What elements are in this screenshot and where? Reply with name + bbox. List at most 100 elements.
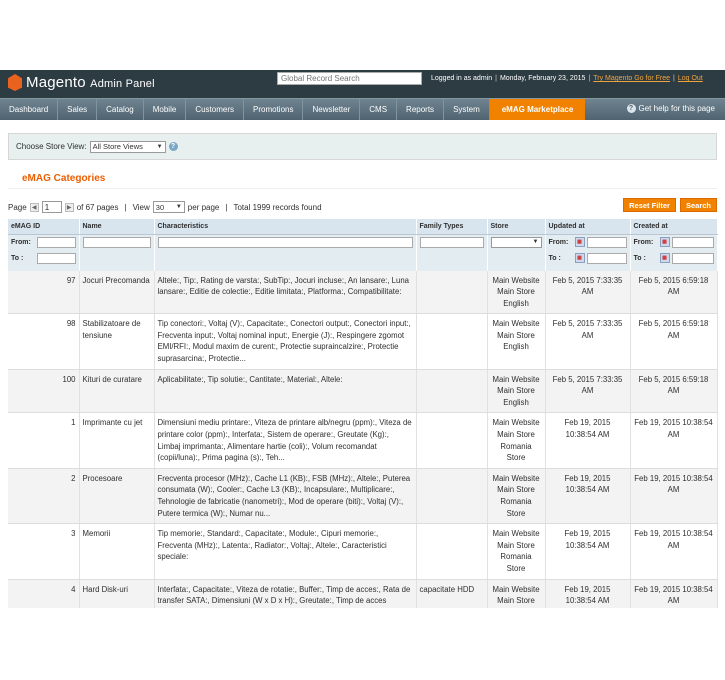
cell-store: Main Website Main Store English [487,313,546,370]
nav-mobile[interactable]: Mobile [144,99,187,120]
store-filter-select[interactable]: ▼ [490,236,542,248]
chevron-down-icon: ▼ [175,204,182,210]
updated-from-input[interactable] [586,236,627,248]
updated-to-input[interactable] [586,252,627,264]
nav-system[interactable]: System [444,99,490,120]
table-row[interactable]: 2 Procesoare Frecventa procesor (MHz):, Ca… [8,468,718,525]
global-search-input[interactable] [277,72,422,85]
cell-family [416,369,488,414]
logo-suffix: Admin Panel [90,78,155,90]
col-emag-id[interactable]: eMAG ID [8,219,80,235]
reset-filter-button[interactable]: Reset Filter [623,198,676,212]
help-label: Get help for this page [638,104,716,113]
cell-chars: Interfata:, Capacitate:, Viteza de rotat… [154,579,417,608]
header-bar: Magento Admin Panel Logged in as admin|M… [0,70,725,98]
name-filter-input[interactable] [82,236,151,248]
cell-store: Main Website Main Store Romania Store [487,412,546,469]
cell-created: Feb 19, 2015 10:38:54 AM [630,579,718,608]
per-page-select[interactable]: 30 ▼ [152,201,185,213]
cell-updated: Feb 5, 2015 7:33:35 AM [545,270,631,315]
logo-brand: Magento [26,74,86,91]
nav-emag-marketplace[interactable]: eMAG Marketplace [489,99,586,120]
cell-chars: Tip memorie:, Standard:, Capacitate:, Mo… [154,523,417,580]
col-created-at[interactable]: Created at [630,219,718,235]
help-icon[interactable]: ? [168,142,178,151]
prev-page-icon[interactable]: ◀ [29,202,39,212]
pager: Page ◀ 1 ▶ of 67 pages | View 30 ▼ per pa… [0,197,725,217]
calendar-icon[interactable]: ▦ [574,237,585,247]
col-characteristics[interactable]: Characteristics [154,219,417,235]
nav-catalog[interactable]: Catalog [97,99,144,120]
cell-chars: Frecventa procesor (MHz):, Cache L1 (KB)… [154,468,417,525]
chevron-down-icon: ▼ [532,239,539,245]
cell-name: Procesoare [79,468,155,525]
cell-name: Stabilizatoare de tensiune [79,313,155,370]
calendar-icon[interactable]: ▦ [659,253,670,263]
cell-id: 100 [8,369,80,414]
col-family-types[interactable]: Family Types [416,219,488,235]
cell-created: Feb 5, 2015 6:59:18 AM [630,313,718,370]
characteristics-filter-input[interactable] [157,236,413,248]
logged-in-text: Logged in as admin [431,75,493,82]
cell-updated: Feb 19, 2015 10:38:54 AM [545,412,631,469]
cell-store: Main Website Main Store English [487,270,546,315]
cell-family [416,270,488,315]
table-row[interactable]: 98 Stabilizatoare de tensiune Tip conector… [8,313,718,370]
calendar-icon[interactable]: ▦ [659,237,670,247]
help-icon: ? [626,104,636,113]
page-input[interactable]: 1 [41,201,62,213]
cell-id: 3 [8,523,80,580]
col-store[interactable]: Store [487,219,546,235]
cell-family [416,468,488,525]
try-magento-link[interactable]: Try Magento Go for Free [593,75,670,82]
id-to-input[interactable] [37,252,76,264]
nav-reports[interactable]: Reports [397,99,445,120]
help-link[interactable]: ? Get help for this page [626,104,716,113]
total-records: Total 1999 records found [233,202,322,212]
search-button[interactable]: Search [679,198,717,212]
table-row[interactable]: 1 Imprimante cu jet Dimensiuni mediu print… [8,412,718,469]
chevron-down-icon: ▼ [156,143,163,150]
cell-updated: Feb 19, 2015 10:38:54 AM [545,468,631,525]
created-from-input[interactable] [671,236,714,248]
calendar-icon[interactable]: ▦ [574,253,585,263]
col-name[interactable]: Name [79,219,155,235]
next-page-icon[interactable]: ▶ [64,202,74,212]
cell-created: Feb 19, 2015 10:38:54 AM [630,412,718,469]
cell-created: Feb 5, 2015 6:59:18 AM [630,369,718,414]
table-row[interactable]: 4 Hard Disk-uri Interfata:, Capacitate:, V… [8,579,718,608]
id-from-input[interactable] [37,236,76,248]
title-divider [8,188,717,189]
family-filter-input[interactable] [419,236,484,248]
col-updated-at[interactable]: Updated at [545,219,631,235]
table-row[interactable]: 3 Memorii Tip memorie:, Standard:, Capacit… [8,523,718,580]
table-row[interactable]: 97 Jocuri Precomanda Altele:, Tip:, Rating… [8,270,718,315]
nav-dashboard[interactable]: Dashboard [0,99,59,120]
nav-cms[interactable]: CMS [360,99,398,120]
cell-id: 2 [8,468,80,525]
main-nav: Dashboard Sales Catalog Mobile Customers… [0,98,725,120]
cell-family [416,412,488,469]
nav-newsletter[interactable]: Newsletter [303,99,361,120]
table-row[interactable]: 100 Kituri de curatare Aplicabilitate:, Ti… [8,369,718,414]
cell-chars: Tip conectori:, Voltaj (V):, Capacitate:… [154,313,417,370]
created-to-input[interactable] [671,252,714,264]
nav-sales[interactable]: Sales [58,99,98,120]
magento-logo-icon [8,74,22,91]
cell-updated: Feb 5, 2015 7:33:35 AM [545,313,631,370]
cell-updated: Feb 19, 2015 10:38:54 AM [545,523,631,580]
cell-store: Main Website Main Store English [487,369,546,414]
cell-chars: Altele:, Tip:, Rating de varsta:, SubTip… [154,270,417,315]
logout-link[interactable]: Log Out [678,75,703,82]
nav-promotions[interactable]: Promotions [244,99,304,120]
cell-store: Main Website Main Store Romania Store [487,523,546,580]
cell-id: 1 [8,412,80,469]
store-view-select[interactable]: All Store Views ▼ [89,140,166,153]
cell-id: 4 [8,579,80,608]
view-label: View [132,202,150,212]
cell-chars: Aplicabilitate:, Tip solutie:, Cantitate… [154,369,417,414]
cell-name: Jocuri Precomanda [79,270,155,315]
admin-frame: Magento Admin Panel Logged in as admin|M… [0,70,725,608]
nav-customers[interactable]: Customers [186,99,244,120]
magento-logo[interactable]: Magento Admin Panel [8,74,155,91]
